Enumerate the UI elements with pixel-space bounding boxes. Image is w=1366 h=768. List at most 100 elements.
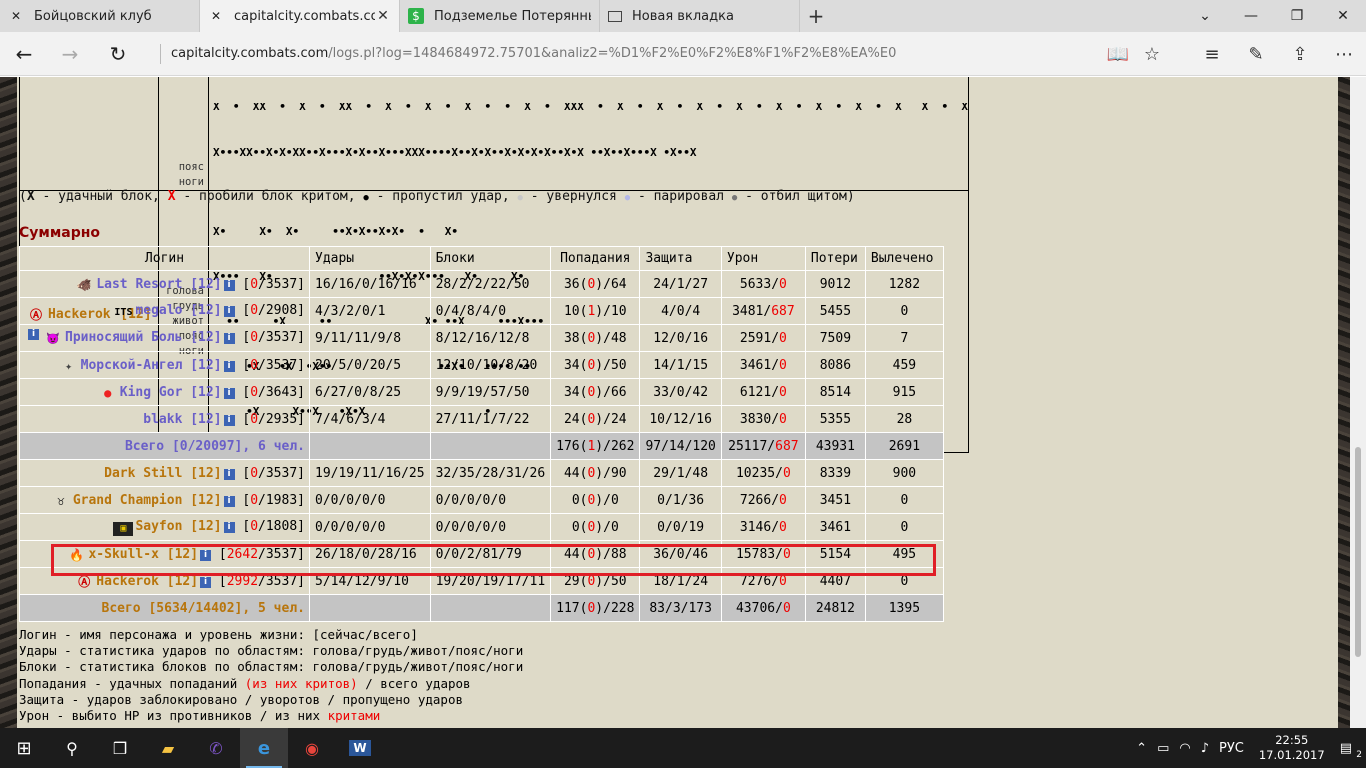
task-view-button[interactable]: ❒ <box>96 728 144 768</box>
address-field[interactable]: capitalcity.combats.com/logs.pl?log=1484… <box>160 44 1060 64</box>
total-pop: 117(0)/228 <box>550 594 641 622</box>
hp-max: /3537] <box>258 465 305 481</box>
scrollbar-thumb[interactable] <box>1355 447 1361 657</box>
hits-cell: 9/11/11/9/8 <box>309 324 431 352</box>
close-window-button[interactable]: ✕ <box>1320 0 1366 32</box>
restore-button[interactable]: ❐ <box>1274 0 1320 32</box>
pop-b: )/24 <box>595 411 627 427</box>
tab-dungeon[interactable]: $ Подземелье Потерянных <box>400 0 600 32</box>
pop-b: )/10 <box>595 303 627 319</box>
info-icon[interactable]: i <box>223 360 235 372</box>
clock[interactable]: 22:55 17.01.2017 <box>1249 733 1335 763</box>
player-name[interactable]: Grand Champion <box>73 493 183 508</box>
close-tab-icon[interactable]: ✕ <box>375 8 391 24</box>
info-icon[interactable]: i <box>223 387 235 399</box>
player-name[interactable]: King Gor <box>120 385 183 400</box>
team2-total-row: Всего [5634/14402], 5 чел. 117(0)/228 83… <box>19 594 944 622</box>
search-button[interactable]: ⚲ <box>48 728 96 768</box>
tab-new[interactable]: Новая вкладка <box>600 0 800 32</box>
anarchy-icon: Ⓐ <box>78 574 91 589</box>
dmg-crit: 687 <box>775 438 799 454</box>
tab-title: Новая вкладка <box>632 8 734 24</box>
language-indicator[interactable]: РУС <box>1214 741 1249 756</box>
dmg-crit: 0 <box>779 330 787 346</box>
hub-icon[interactable]: ≡ <box>1190 32 1234 76</box>
info-icon[interactable]: i <box>223 333 235 344</box>
edge-button[interactable]: e <box>240 728 288 768</box>
word-button[interactable]: W <box>336 728 384 768</box>
info-icon[interactable]: i <box>223 305 235 317</box>
favorite-star-icon[interactable]: ☆ <box>1130 32 1174 76</box>
web-note-icon[interactable]: ✎ <box>1234 32 1278 76</box>
loss-cell: 3461 <box>804 513 866 541</box>
forward-button[interactable]: → <box>46 32 94 76</box>
dmg-cell: 2591/0 <box>720 324 806 352</box>
notifications-icon[interactable]: ▤ 2 <box>1335 741 1366 760</box>
info-icon[interactable]: i <box>200 576 212 588</box>
player-name[interactable]: Last Resort <box>96 277 182 292</box>
loss-cell: 8339 <box>804 459 866 487</box>
pop-a: 34( <box>563 357 588 373</box>
info-icon[interactable]: i <box>223 521 235 533</box>
col-heal: Вылечено <box>864 246 944 271</box>
hits-cell: 16/16/0/16/16 <box>309 270 431 298</box>
decorative-border-right <box>1338 77 1350 728</box>
more-icon[interactable]: ⋯ <box>1322 32 1366 76</box>
battery-icon[interactable]: ▭ <box>1152 741 1174 756</box>
tab-capitalcity[interactable]: ✕ capitalcity.combats.com ✕ <box>200 0 400 32</box>
edge-icon: e <box>257 737 271 759</box>
col-pop: Попадания <box>550 246 641 271</box>
pop-cell: 34(0)/50 <box>550 351 641 379</box>
legend-x-block: X <box>26 189 35 204</box>
player-level: [12] <box>190 384 222 400</box>
zone-label: ноги <box>178 176 204 188</box>
vertical-scrollbar[interactable] <box>1350 77 1366 728</box>
info-icon[interactable]: i <box>223 414 235 426</box>
player-row: Dark Still [12] i [0/3537] 19/19/11/16/25 3… <box>19 459 944 487</box>
heal-cell: 900 <box>864 459 944 487</box>
player-row: ▣ Sayfon [12] i [0/1808] 0/0/0/0/0 0/0/0/0/0… <box>19 513 944 541</box>
clock-date: 17.01.2017 <box>1258 748 1325 762</box>
player-name[interactable]: Sayfon <box>135 519 182 534</box>
dmg-crit: 0 <box>782 465 791 481</box>
tab-fightclub[interactable]: ✕ Бойцовский клуб <box>0 0 200 32</box>
back-button[interactable]: ← <box>0 32 48 76</box>
info-icon[interactable]: i <box>223 279 235 291</box>
login-cell: ITS megalo [12] i [0/2908] <box>19 297 310 325</box>
blocks-cell: 12/10/10/8/20 <box>429 351 552 379</box>
refresh-button[interactable]: ↻ <box>94 32 142 76</box>
login-cell: 🐗 Last Resort [12] i [0/3537] <box>19 270 310 298</box>
start-button[interactable]: ⊞ <box>0 728 48 768</box>
player-name[interactable]: Dark Still <box>104 466 182 481</box>
hp-now: 0 <box>250 518 259 534</box>
chrome-button[interactable]: ◉ <box>288 728 336 768</box>
hp-now: 0 <box>250 411 259 427</box>
wifi-icon[interactable]: ◠ <box>1174 741 1195 756</box>
heal-cell: 1282 <box>864 270 944 298</box>
volume-icon[interactable]: ♪ <box>1196 741 1214 756</box>
player-level: [12] <box>190 276 222 292</box>
explorer-button[interactable]: ▰ <box>144 728 192 768</box>
new-tab-button[interactable]: + <box>800 0 832 32</box>
blocks-cell: 9/9/19/57/50 <box>429 378 552 406</box>
page-viewport: пояс ноги X • XX • X • XX • X • X • X • … <box>0 77 1366 728</box>
pop-a: 34( <box>563 384 588 400</box>
info-icon[interactable]: i <box>223 468 235 480</box>
tab-preview-icon[interactable]: ⌄ <box>1182 0 1228 32</box>
minimize-button[interactable]: — <box>1228 0 1274 32</box>
player-level: [12] <box>190 492 222 508</box>
dmg: 3830/ <box>739 411 780 427</box>
dmg: 6121/ <box>739 384 780 400</box>
player-name[interactable]: Морской-Ангел <box>81 358 183 373</box>
player-name[interactable]: megalo <box>135 303 182 318</box>
viber-button[interactable]: ✆ <box>192 728 240 768</box>
player-name[interactable]: Приносящий Боль <box>65 330 182 345</box>
info-icon[interactable]: i <box>223 495 235 507</box>
pop-b: )/262 <box>595 438 635 454</box>
hp-max: /1808] <box>258 518 305 534</box>
dmg: 5633/ <box>739 276 780 292</box>
chevron-up-icon[interactable]: ⌃ <box>1131 741 1152 756</box>
player-name[interactable]: blakk <box>143 412 182 427</box>
share-icon[interactable]: ⇪ <box>1278 32 1322 76</box>
hp-max: /3537] <box>258 357 305 373</box>
